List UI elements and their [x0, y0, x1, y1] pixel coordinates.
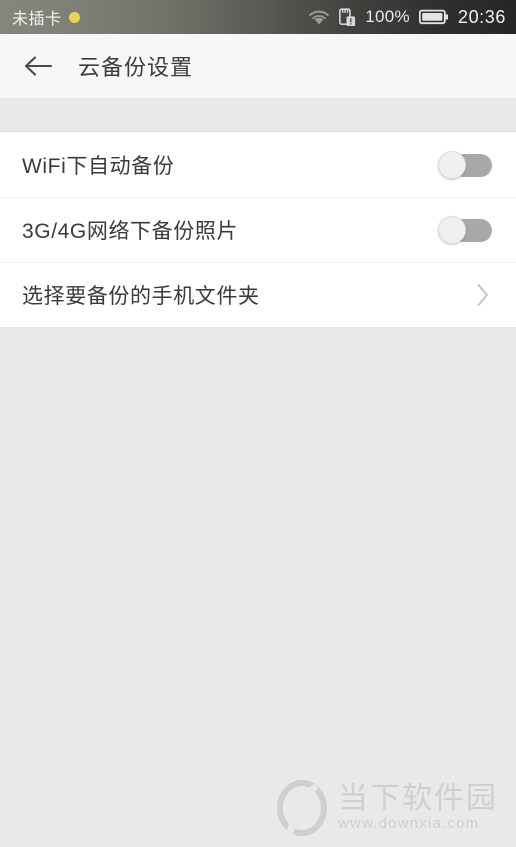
watermark-site-name: 当下软件园: [338, 781, 498, 815]
status-bar-right: 100% 20:36: [308, 7, 506, 28]
chevron-right-icon: [472, 283, 494, 306]
toggle-wifi-auto-backup[interactable]: [438, 150, 494, 179]
setting-row-select-backup-folders[interactable]: 选择要备份的手机文件夹: [0, 262, 516, 327]
app-bar: 云备份设置: [0, 34, 516, 99]
back-button[interactable]: [20, 48, 56, 84]
page-title: 云备份设置: [78, 55, 194, 80]
setting-label: WiFi下自动备份: [22, 154, 175, 178]
sim-status-dot-icon: [68, 11, 80, 23]
setting-row-mobile-data-photo-backup[interactable]: 3G/4G网络下备份照片: [0, 197, 516, 262]
section-spacer: [0, 99, 516, 132]
phone-screen: 未插卡 100% 20:36 云备份设置 WiFi下自动备份 3G/4G网络下备…: [0, 0, 516, 847]
battery-full-icon: [418, 9, 449, 25]
downxia-o-logo-icon: [274, 779, 330, 837]
setting-row-wifi-auto-backup[interactable]: WiFi下自动备份: [0, 132, 516, 197]
sd-card-alert-icon: [339, 7, 356, 27]
watermark-url: www.downxia.com: [338, 815, 480, 832]
settings-list: WiFi下自动备份 3G/4G网络下备份照片 选择要备份的手机文件夹: [0, 132, 516, 327]
back-arrow-icon: [23, 55, 53, 77]
empty-content-area: 当下软件园 www.downxia.com: [0, 327, 516, 847]
clock-label: 20:36: [457, 6, 506, 27]
setting-label: 选择要备份的手机文件夹: [22, 284, 260, 308]
watermark: 当下软件园 www.downxia.com: [274, 779, 498, 837]
toggle-knob: [438, 215, 466, 244]
setting-control: [472, 283, 494, 306]
toggle-mobile-data-photo-backup[interactable]: [438, 215, 494, 244]
setting-control: [438, 215, 494, 244]
status-bar: 未插卡 100% 20:36: [0, 0, 516, 34]
status-bar-left: 未插卡: [12, 5, 80, 29]
watermark-text: 当下软件园 www.downxia.com: [338, 781, 498, 834]
setting-control: [438, 150, 494, 179]
battery-percent-label: 100%: [365, 7, 410, 26]
setting-label: 3G/4G网络下备份照片: [22, 219, 239, 243]
wifi-icon: [308, 9, 330, 26]
sim-status-label: 未插卡: [12, 11, 62, 28]
toggle-knob: [438, 150, 466, 179]
